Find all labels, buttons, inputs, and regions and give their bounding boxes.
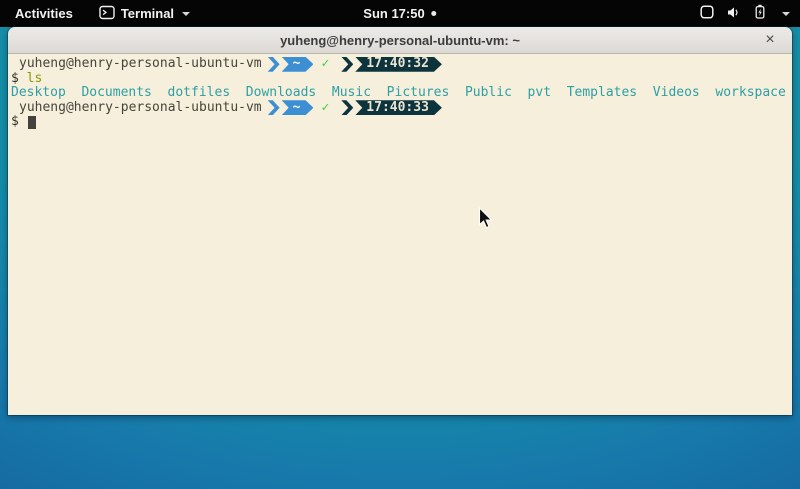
terminal-window: yuheng@henry-personal-ubuntu-vm: ~ × yuh… xyxy=(8,27,792,415)
powerline-arrow-icon xyxy=(268,100,280,115)
close-button[interactable]: × xyxy=(760,30,780,50)
text-cursor xyxy=(28,116,36,129)
prompt-time-segment: 17:40:32 xyxy=(355,57,442,72)
app-menu-label: Terminal xyxy=(121,6,174,21)
powerline-arrow-icon xyxy=(268,57,280,72)
window-title: yuheng@henry-personal-ubuntu-vm: ~ xyxy=(280,33,520,48)
notification-dot xyxy=(432,11,437,16)
clock-label: Sun 17:50 xyxy=(363,6,424,21)
prompt-line-1: yuheng@henry-personal-ubuntu-vm ~ ✓ 17:4… xyxy=(11,57,792,72)
desktop: { "topbar": { "activities_label": "Activ… xyxy=(0,0,800,489)
input-line[interactable]: $ xyxy=(11,115,792,130)
prompt-user-host: yuheng@henry-personal-ubuntu-vm xyxy=(19,101,262,116)
clock-button[interactable]: Sun 17:50 xyxy=(363,6,436,21)
prompt-user-host: yuheng@henry-personal-ubuntu-vm xyxy=(19,57,262,72)
terminal-content[interactable]: yuheng@henry-personal-ubuntu-vm ~ ✓ 17:4… xyxy=(8,54,792,415)
terminal-icon xyxy=(99,5,115,23)
powerline-arrow-icon xyxy=(341,100,353,115)
volume-icon xyxy=(727,6,740,22)
prompt-symbol: $ xyxy=(11,115,19,130)
system-status-menu[interactable] xyxy=(700,0,790,27)
prompt-time-segment: 17:40:33 xyxy=(355,100,442,115)
top-bar: Activities Terminal Sun 17:50 xyxy=(0,0,800,27)
app-menu-terminal[interactable]: Terminal xyxy=(99,5,190,23)
ls-output-line: Desktop Documents dotfiles Downloads Mus… xyxy=(11,86,792,101)
command-text: ls xyxy=(27,72,43,87)
chevron-down-icon xyxy=(782,12,790,16)
activities-button[interactable]: Activities xyxy=(11,4,77,23)
prompt-line-2: yuheng@henry-personal-ubuntu-vm ~ ✓ 17:4… xyxy=(11,101,792,116)
prompt-cwd-segment: ~ xyxy=(282,100,314,115)
prompt-symbol: $ xyxy=(11,72,19,87)
chevron-down-icon xyxy=(182,12,190,16)
screen-icon xyxy=(700,5,714,22)
command-line: $ ls xyxy=(11,72,792,87)
prompt-cwd-segment: ~ xyxy=(282,57,314,72)
battery-icon xyxy=(753,4,767,23)
powerline-arrow-icon xyxy=(341,57,353,72)
status-check-icon: ✓ xyxy=(321,57,329,72)
status-check-icon: ✓ xyxy=(321,101,329,116)
window-titlebar[interactable]: yuheng@henry-personal-ubuntu-vm: ~ × xyxy=(8,27,792,54)
